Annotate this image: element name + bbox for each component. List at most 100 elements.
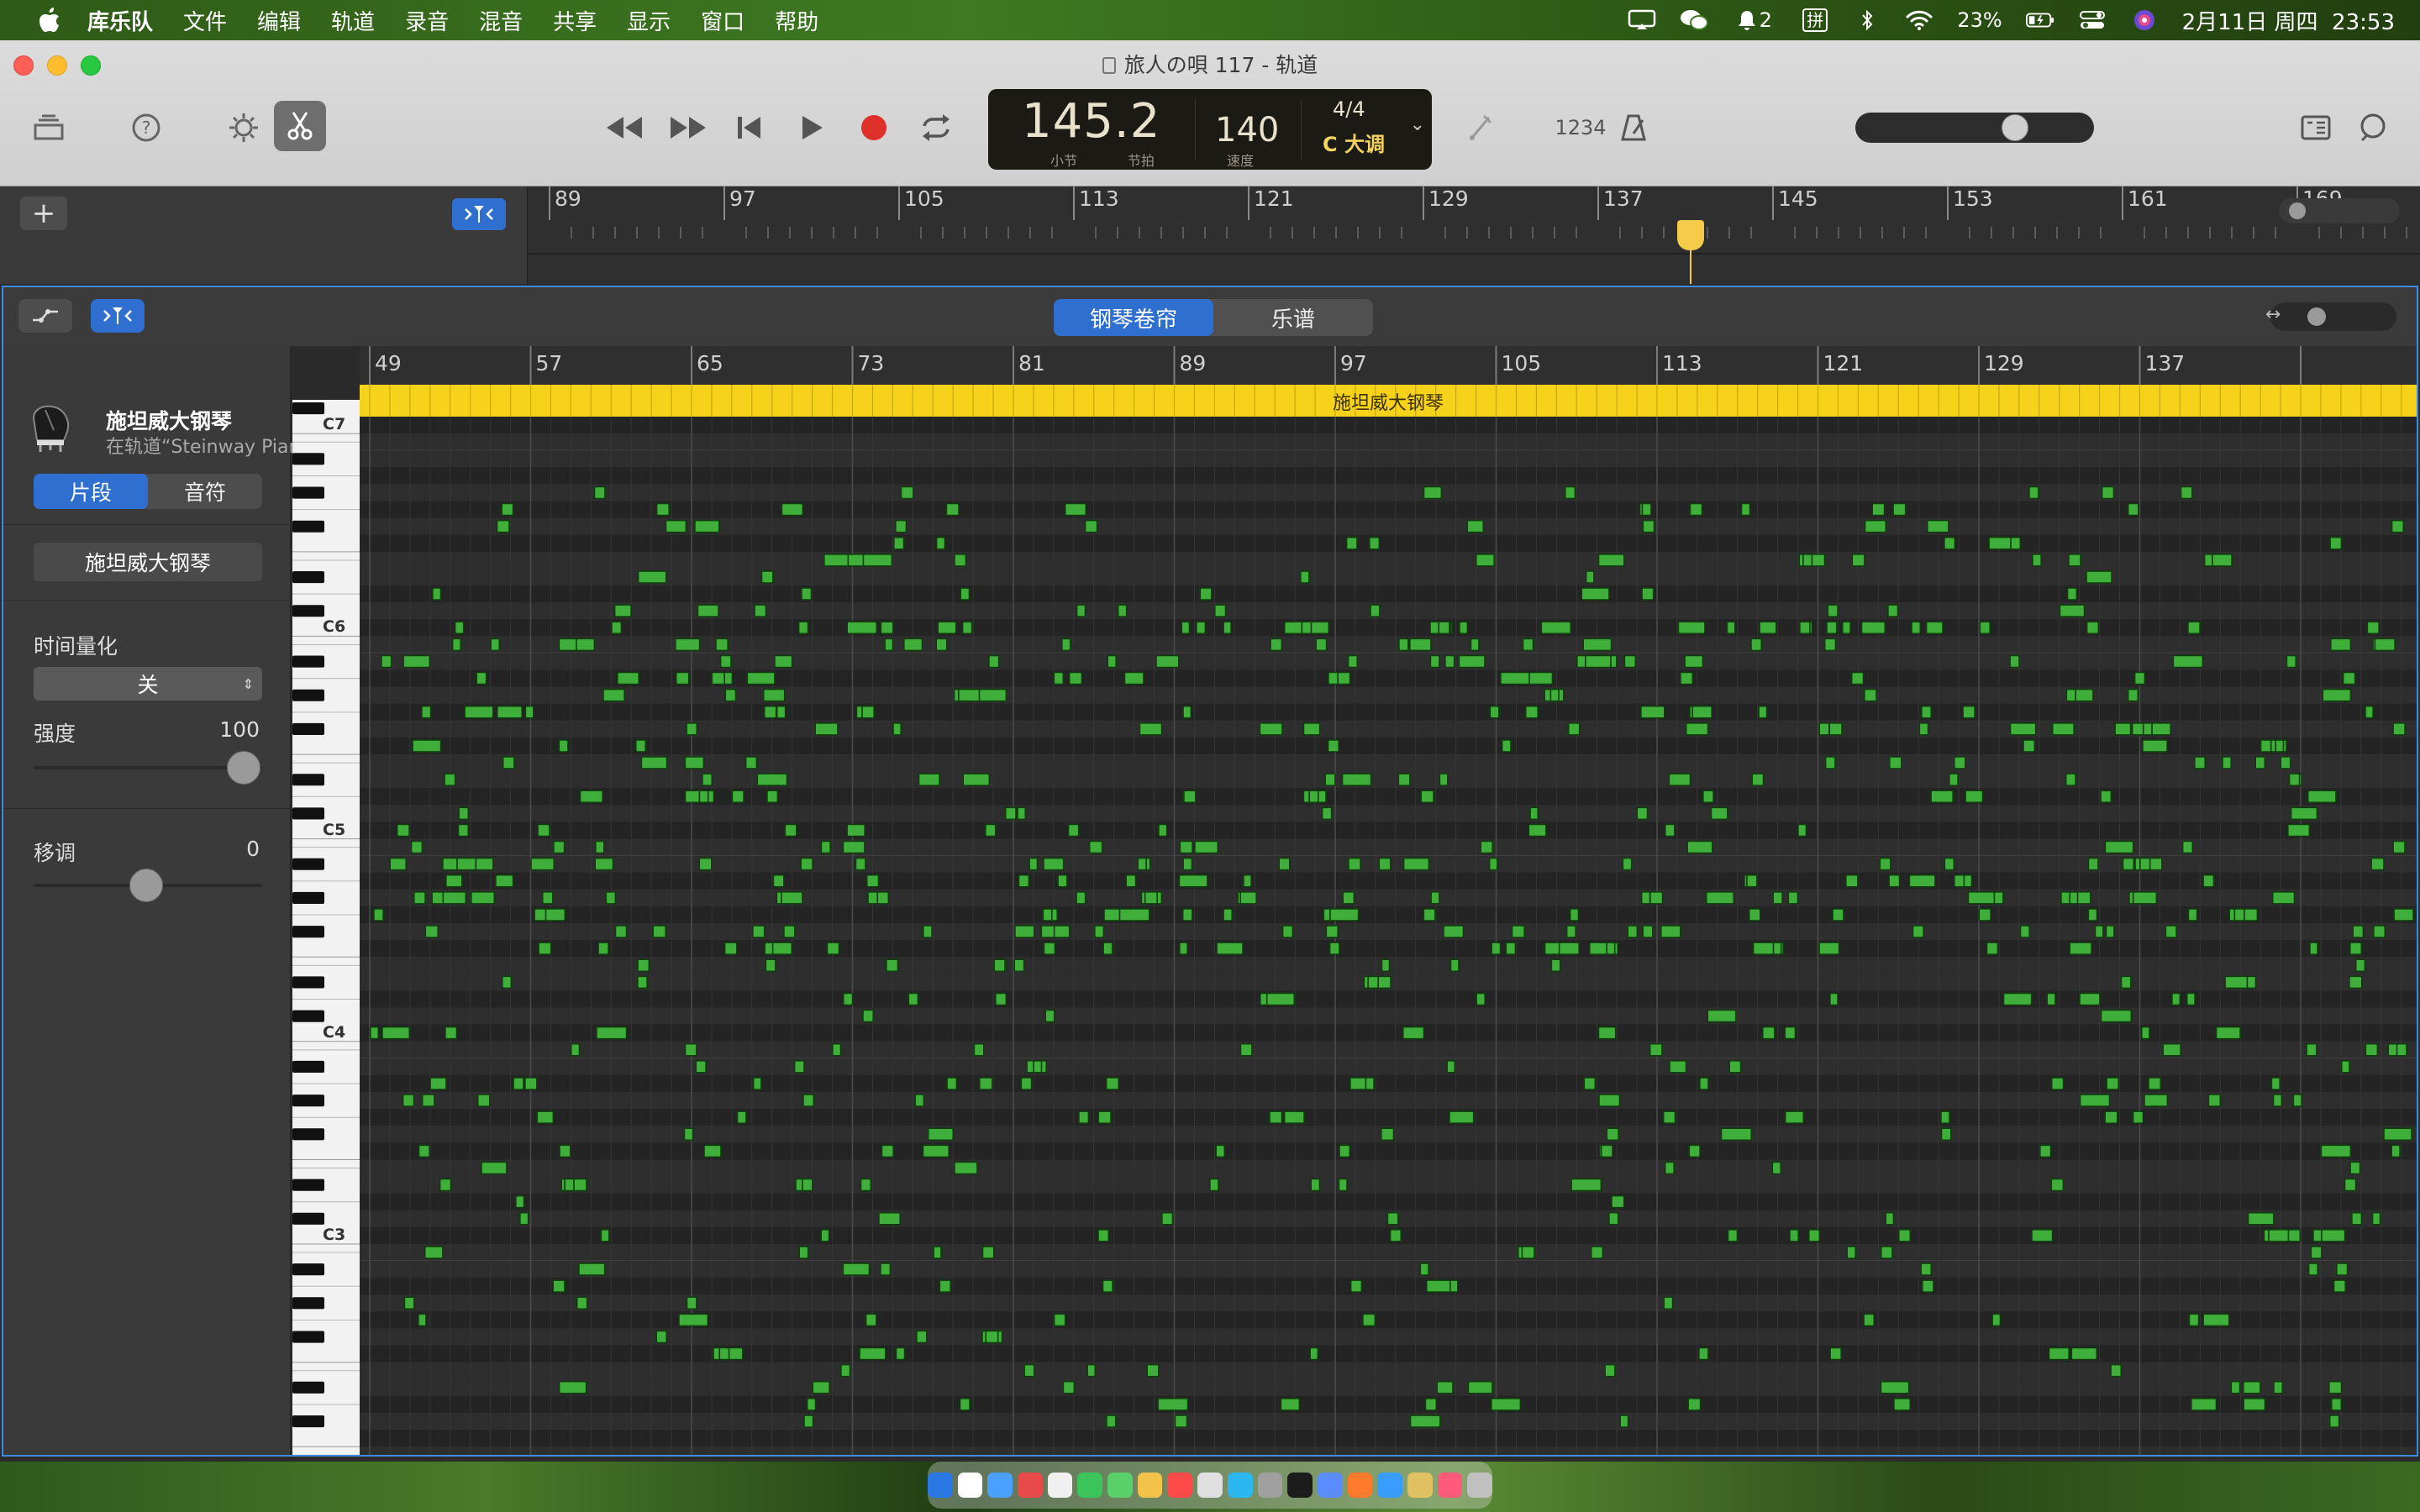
midi-note[interactable] — [1182, 857, 1193, 871]
midi-note[interactable] — [1181, 621, 1191, 635]
midi-note[interactable] — [2194, 756, 2207, 769]
midi-note[interactable] — [1920, 1263, 1933, 1276]
calendar-icon[interactable] — [1018, 1473, 1043, 1498]
midi-note[interactable] — [1194, 840, 1219, 854]
midi-note[interactable] — [1649, 890, 1664, 905]
midi-note[interactable] — [1280, 1398, 1301, 1411]
midi-note[interactable] — [763, 705, 777, 719]
midi-note[interactable] — [961, 621, 973, 635]
black-key[interactable] — [292, 1212, 324, 1225]
midi-note[interactable] — [922, 1144, 950, 1158]
midi-note[interactable] — [731, 790, 744, 804]
black-key[interactable] — [292, 807, 324, 820]
cycle-button[interactable] — [913, 104, 960, 151]
midi-note[interactable] — [2322, 688, 2352, 702]
master-volume-knob[interactable] — [2002, 114, 2028, 141]
midi-note[interactable] — [908, 992, 919, 1006]
black-key[interactable] — [292, 520, 324, 533]
midi-note[interactable] — [1386, 1211, 1399, 1226]
midi-note[interactable] — [2330, 638, 2352, 652]
tracks-ruler[interactable]: 8997105113121129137145153161169177 — [528, 186, 2420, 284]
midi-note[interactable] — [1585, 570, 1595, 584]
lcd-tempo[interactable]: 140 — [1215, 111, 1279, 150]
midi-note[interactable] — [495, 874, 514, 888]
midi-note[interactable] — [1068, 671, 1083, 685]
midi-note[interactable] — [1581, 587, 1610, 601]
midi-note[interactable] — [1325, 925, 1339, 938]
midi-note[interactable] — [1569, 908, 1580, 921]
midi-note[interactable] — [881, 1144, 894, 1158]
midi-note[interactable] — [1259, 722, 1283, 736]
midi-note[interactable] — [1799, 621, 1811, 635]
midi-note[interactable] — [2247, 1211, 2275, 1226]
midi-note[interactable] — [1759, 621, 1777, 635]
midi-note[interactable] — [1965, 790, 1984, 804]
midi-note[interactable] — [2243, 1398, 2266, 1411]
midi-note[interactable] — [715, 638, 729, 652]
midi-note[interactable] — [1310, 1178, 1321, 1192]
midi-note[interactable] — [2270, 1077, 2281, 1090]
midi-note[interactable] — [1565, 925, 1576, 938]
midi-note[interactable] — [402, 654, 431, 669]
midi-note[interactable] — [1851, 554, 1865, 567]
midi-note[interactable] — [2280, 756, 2291, 769]
midi-note[interactable] — [865, 1313, 877, 1327]
midi-note[interactable] — [1680, 671, 1694, 685]
midi-note[interactable] — [1642, 519, 1655, 533]
midi-note[interactable] — [1669, 1059, 1687, 1074]
midi-note[interactable] — [2009, 722, 2037, 736]
midi-note[interactable] — [1327, 739, 1339, 753]
midi-note[interactable] — [2212, 554, 2233, 567]
midi-note[interactable] — [1174, 1415, 1188, 1428]
midi-note[interactable] — [2349, 975, 2363, 990]
midi-note[interactable] — [2230, 1380, 2241, 1394]
black-key[interactable] — [292, 402, 324, 415]
midi-note[interactable] — [2122, 857, 2135, 871]
photos-icon[interactable] — [1347, 1473, 1373, 1498]
midi-note[interactable] — [1720, 1127, 1753, 1142]
black-key[interactable] — [292, 1095, 324, 1107]
midi-note[interactable] — [2101, 486, 2115, 500]
black-key[interactable] — [292, 1331, 324, 1343]
midi-note[interactable] — [617, 671, 639, 685]
midi-note[interactable] — [1423, 908, 1436, 921]
midi-note[interactable] — [2366, 621, 2380, 635]
midi-note[interactable] — [2023, 739, 2036, 753]
midi-note[interactable] — [842, 840, 865, 854]
midi-note[interactable] — [2392, 722, 2406, 736]
midi-note[interactable] — [2065, 773, 2076, 787]
midi-note[interactable] — [1911, 621, 1922, 635]
midi-note[interactable] — [1409, 1415, 1441, 1428]
midi-note[interactable] — [451, 638, 461, 652]
midi-note[interactable] — [954, 1161, 978, 1175]
midi-note[interactable] — [1698, 1347, 1709, 1361]
transpose-knob[interactable] — [129, 869, 163, 902]
midi-note[interactable] — [781, 502, 804, 517]
record-button[interactable] — [850, 104, 897, 151]
midi-note[interactable] — [1239, 890, 1257, 905]
midi-note[interactable] — [2215, 1026, 2241, 1040]
midi-note[interactable] — [711, 671, 725, 685]
midi-note[interactable] — [2191, 1398, 2217, 1411]
piano-keyboard[interactable] — [292, 400, 360, 1455]
midi-note[interactable] — [1402, 857, 1430, 871]
midi-note[interactable] — [736, 1110, 747, 1124]
midi-note[interactable] — [927, 1127, 955, 1142]
midi-note[interactable] — [2273, 1380, 2284, 1394]
midi-note[interactable] — [1860, 621, 1886, 635]
midi-note[interactable] — [718, 1347, 730, 1361]
midi-note[interactable] — [766, 790, 779, 804]
play-button[interactable] — [788, 104, 835, 151]
midi-note[interactable] — [698, 790, 709, 804]
midi-note[interactable] — [637, 958, 650, 973]
midi-note[interactable] — [880, 621, 894, 635]
midi-note[interactable] — [1641, 502, 1652, 517]
midi-region-header[interactable]: 施坦威大钢琴 — [360, 385, 2417, 417]
midi-note[interactable] — [1308, 790, 1319, 804]
midi-note[interactable] — [1183, 790, 1197, 804]
midi-note[interactable] — [1846, 1246, 1856, 1259]
midi-note[interactable] — [1215, 1144, 1226, 1158]
midi-note[interactable] — [1598, 1094, 1621, 1107]
midi-note[interactable] — [2328, 1415, 2340, 1428]
midi-note[interactable] — [1402, 1026, 1425, 1040]
